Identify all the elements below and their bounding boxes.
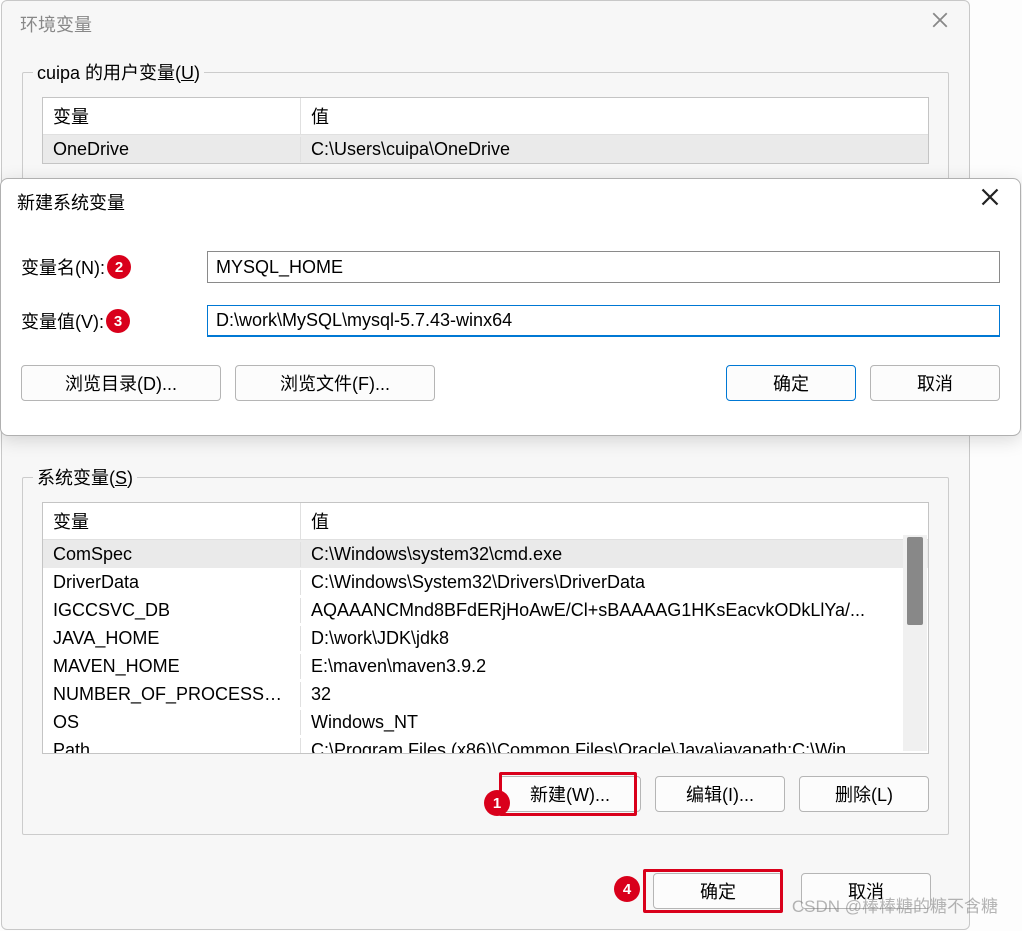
cell-var: DriverData	[43, 570, 301, 595]
var-value-input[interactable]	[207, 305, 1000, 337]
close-icon[interactable]	[980, 187, 1004, 211]
legend-suffix: )	[194, 63, 200, 83]
annotation-badge-2: 2	[107, 255, 131, 279]
close-icon[interactable]	[929, 11, 951, 33]
table-body: ComSpecC:\Windows\system32\cmd.exe Drive…	[43, 540, 928, 754]
legend-key: U	[181, 63, 194, 83]
cell-val: C:\Windows\System32\Drivers\DriverData	[301, 570, 928, 595]
modal-titlebar: 新建系统变量	[1, 179, 1020, 223]
annotation-badge-4: 4	[614, 876, 640, 902]
table-row[interactable]: IGCCSVC_DBAQAAANCMnd8BFdERjHoAwE/Cl+sBAA…	[43, 596, 928, 624]
table-row[interactable]: MAVEN_HOMEE:\maven\maven3.9.2	[43, 652, 928, 680]
table-row[interactable]: DriverDataC:\Windows\System32\Drivers\Dr…	[43, 568, 928, 596]
legend-suffix: )	[127, 468, 133, 488]
var-value-row: 变量值(V): 3	[21, 305, 1000, 337]
table-header: 变量 值	[43, 98, 928, 135]
legend-prefix: 系统变量(	[37, 468, 115, 488]
cell-val: D:\work\JDK\jdk8	[301, 626, 928, 651]
col-value[interactable]: 值	[301, 98, 928, 134]
cell-val: C:\Users\cuipa\OneDrive	[301, 137, 928, 162]
browse-file-button[interactable]: 浏览文件(F)...	[235, 365, 435, 401]
table-row[interactable]: PathC:\Program Files (x86)\Common Files\…	[43, 736, 928, 754]
var-value-label-wrap: 变量值(V): 3	[21, 308, 207, 334]
modal-title: 新建系统变量	[17, 193, 125, 213]
var-name-row: 变量名(N): 2	[21, 251, 1000, 283]
cell-var: JAVA_HOME	[43, 626, 301, 651]
cell-var: ComSpec	[43, 542, 301, 567]
edit-button[interactable]: 编辑(I)...	[655, 776, 785, 812]
table-row[interactable]: ComSpecC:\Windows\system32\cmd.exe	[43, 540, 928, 568]
spacer	[449, 365, 726, 401]
cell-var: NUMBER_OF_PROCESSORS	[43, 682, 301, 707]
sys-vars-legend: 系统变量(S)	[33, 464, 137, 490]
cell-val: C:\Windows\system32\cmd.exe	[301, 542, 928, 567]
env-vars-dialog: 环境变量 cuipa 的用户变量(U) 变量 值 OneDrive C:\Use…	[1, 0, 970, 930]
parent-title: 环境变量	[20, 15, 92, 35]
ok-button[interactable]: 确定	[726, 365, 856, 401]
col-variable[interactable]: 变量	[43, 503, 301, 539]
table-row[interactable]: OneDrive C:\Users\cuipa\OneDrive	[43, 135, 928, 163]
annotation-badge-1: 1	[484, 790, 510, 816]
table-body: OneDrive C:\Users\cuipa\OneDrive	[43, 135, 928, 163]
var-name-label-wrap: 变量名(N): 2	[21, 254, 207, 280]
table-row[interactable]: OSWindows_NT	[43, 708, 928, 736]
modal-body: 变量名(N): 2 变量值(V): 3	[1, 223, 1020, 337]
cell-var: OneDrive	[43, 137, 301, 162]
cell-var: OS	[43, 710, 301, 735]
var-name-input[interactable]	[207, 251, 1000, 283]
cell-var: MAVEN_HOME	[43, 654, 301, 679]
var-value-label: 变量值(V):	[21, 308, 104, 334]
bottom-button-row: 确定 取消	[2, 873, 931, 909]
cancel-button[interactable]: 取消	[801, 873, 931, 909]
user-vars-legend: cuipa 的用户变量(U)	[33, 59, 204, 85]
modal-button-row: 浏览目录(D)... 浏览文件(F)... 确定 取消	[1, 359, 1020, 401]
parent-titlebar: 环境变量	[2, 1, 969, 47]
cell-val: Windows_NT	[301, 710, 928, 735]
sys-vars-fieldset: 系统变量(S) 变量 值 ComSpecC:\Windows\system32\…	[22, 477, 949, 835]
delete-button[interactable]: 删除(L)	[799, 776, 929, 812]
new-button[interactable]: 新建(W)...	[499, 776, 641, 812]
legend-key: S	[115, 468, 127, 488]
cell-val: AQAAANCMnd8BFdERjHoAwE/Cl+sBAAAAG1HKsEac…	[301, 598, 928, 623]
cell-val: C:\Program Files (x86)\Common Files\Orac…	[301, 738, 928, 755]
table-header: 变量 值	[43, 503, 928, 540]
legend-prefix: cuipa 的用户变量(	[37, 63, 181, 83]
cell-val: E:\maven\maven3.9.2	[301, 654, 928, 679]
cell-val: 32	[301, 682, 928, 707]
cell-var: IGCCSVC_DB	[43, 598, 301, 623]
cancel-button[interactable]: 取消	[870, 365, 1000, 401]
table-row[interactable]: NUMBER_OF_PROCESSORS32	[43, 680, 928, 708]
annotation-badge-3: 3	[106, 309, 130, 333]
scrollbar-thumb[interactable]	[907, 537, 923, 625]
cell-var: Path	[43, 738, 301, 755]
new-system-var-dialog: 新建系统变量 变量名(N): 2 变量值(V): 3 浏览目录(D)... 浏览…	[0, 178, 1021, 436]
browse-dir-button[interactable]: 浏览目录(D)...	[21, 365, 221, 401]
var-name-label: 变量名(N):	[21, 254, 105, 280]
sys-vars-table[interactable]: 变量 值 ComSpecC:\Windows\system32\cmd.exe …	[42, 502, 929, 754]
table-row[interactable]: JAVA_HOMED:\work\JDK\jdk8	[43, 624, 928, 652]
user-vars-table[interactable]: 变量 值 OneDrive C:\Users\cuipa\OneDrive	[42, 97, 929, 164]
scrollbar[interactable]	[903, 535, 927, 751]
col-value[interactable]: 值	[301, 503, 928, 539]
user-vars-fieldset: cuipa 的用户变量(U) 变量 值 OneDrive C:\Users\cu…	[22, 72, 949, 187]
ok-button[interactable]: 确定	[653, 873, 783, 909]
col-variable[interactable]: 变量	[43, 98, 301, 134]
